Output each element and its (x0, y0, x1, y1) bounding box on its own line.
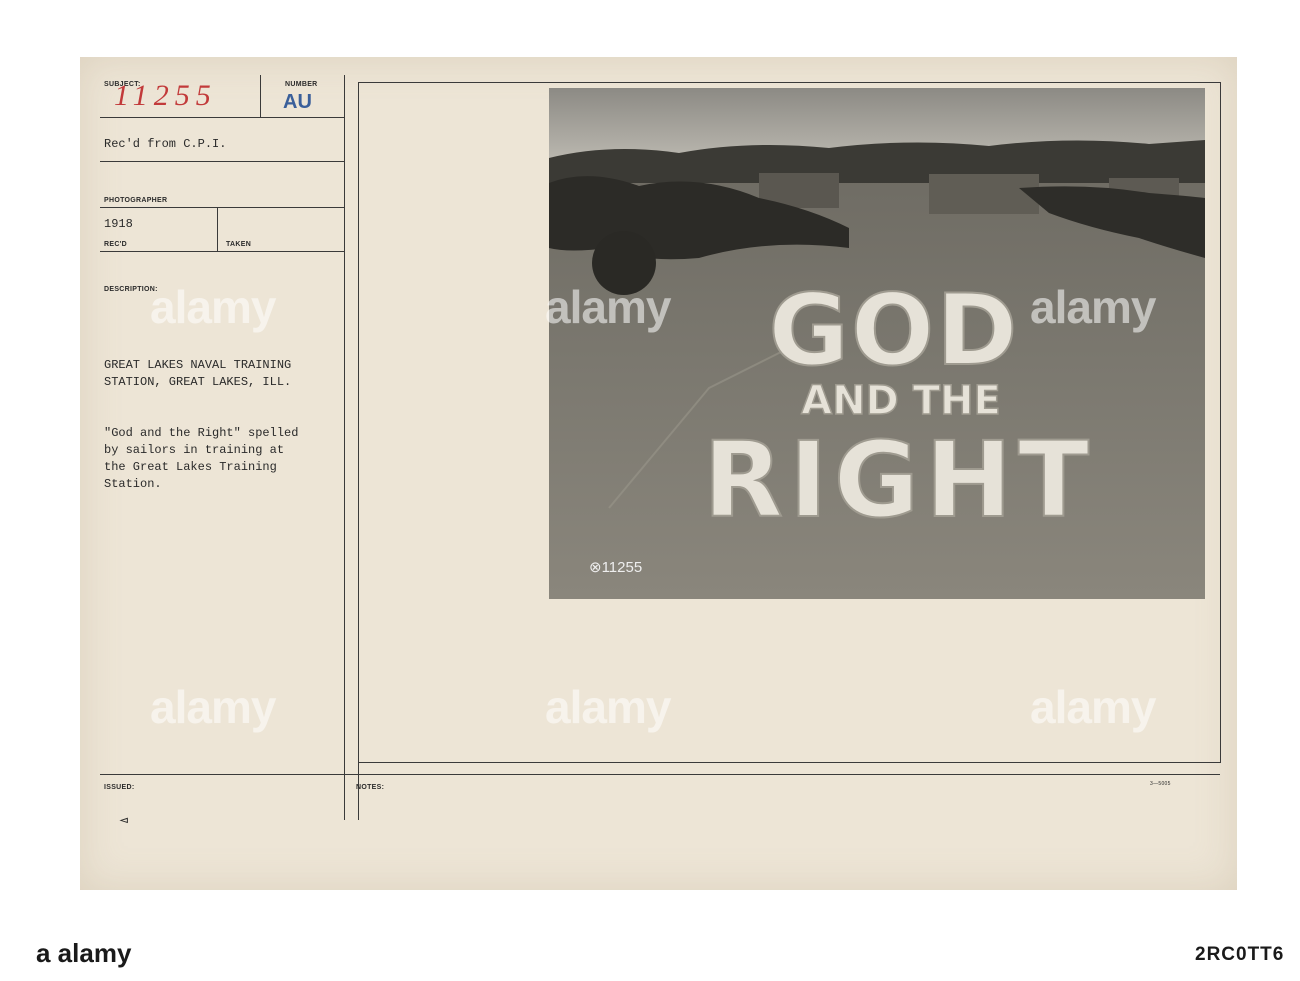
watermark: alamy (150, 281, 276, 333)
number-stamp: AU (283, 91, 312, 113)
watermark: alamy (545, 681, 671, 733)
subject-rule (100, 117, 344, 118)
alamy-logo: a alamy (36, 938, 132, 968)
location-line-2: STATION, GREAT LAKES, ILL. (104, 375, 292, 389)
frame-right (1220, 82, 1221, 763)
notes-label: NOTES: (356, 784, 385, 791)
photographer-rule (100, 207, 344, 208)
watermark: alamy (1030, 281, 1156, 333)
frame-bottom (358, 762, 1220, 763)
negative-number: ⊗11255 (589, 559, 642, 576)
image-id: 2RC0TT6 (1195, 944, 1285, 965)
formation-word-god: GOD (768, 274, 1019, 388)
frame-left (358, 82, 359, 820)
footer-bar (0, 892, 1300, 981)
date-rule (100, 251, 344, 252)
subject-number: 11255 (114, 79, 217, 112)
subject-divider (260, 75, 261, 117)
triangle-mark-icon: ◅ (120, 815, 128, 826)
formation-word-and-the: AND THE (801, 378, 1001, 424)
taken-label: TAKEN (226, 241, 252, 248)
form-code: 3—5005 (1150, 781, 1171, 787)
watermark: alamy (1030, 681, 1156, 733)
archival-photograph: GOD AND THE RIGHT ⊗11255 (549, 88, 1205, 599)
number-label: NUMBER (285, 81, 318, 88)
received-from: Rec'd from C.P.I. (104, 137, 227, 151)
formation-word-right: RIGHT (703, 419, 1095, 541)
year: 1918 (104, 217, 133, 231)
description-line-4: Station. (104, 477, 162, 491)
notes-rule (100, 774, 1220, 775)
date-divider (217, 207, 218, 251)
building-center (929, 174, 1039, 214)
photographer-label: PHOTOGRAPHER (104, 197, 168, 204)
location-line-1: GREAT LAKES NAVAL TRAINING (104, 358, 292, 372)
received-rule (100, 161, 344, 162)
column-divider (344, 75, 345, 820)
watermark: alamy (545, 281, 671, 333)
description-line-3: the Great Lakes Training (104, 460, 277, 474)
watermark: alamy (150, 681, 276, 733)
issued-label: ISSUED: (104, 784, 135, 791)
photo-scene: GOD AND THE RIGHT ⊗11255 (549, 88, 1205, 599)
recd-label: REC'D (104, 241, 127, 248)
description-line-1: "God and the Right" spelled (104, 426, 299, 440)
frame-top (358, 82, 1220, 83)
description-line-2: by sailors in training at (104, 443, 285, 457)
